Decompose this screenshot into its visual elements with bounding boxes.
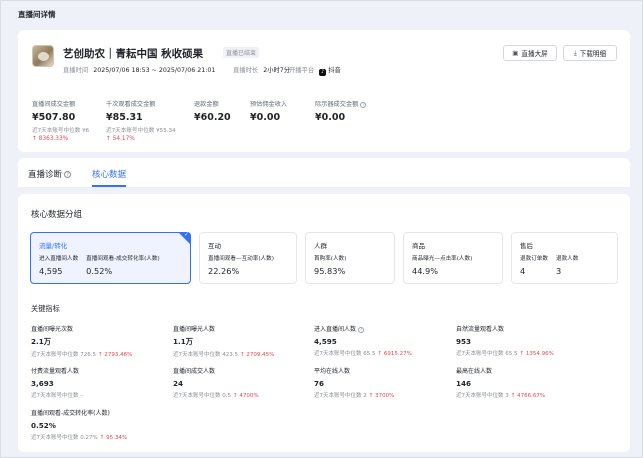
kpi-paid-viewers: 付费流量观看人数 3,693 近7天本账号中位数 –: [31, 368, 83, 399]
kpi-peak-online: 最高在线人数 146 近7天本账号中位数 3 ↑ 4766.67%: [456, 368, 546, 399]
live-summary-card: 艺创助农｜青耘中国 秋收硕果 直播已结束 直播时间 2025/07/06 18:5…: [18, 30, 630, 152]
live-title: 艺创助农｜青耘中国 秋收硕果: [63, 48, 204, 60]
douyin-icon: ♪: [319, 69, 327, 76]
info-icon: ?: [64, 171, 72, 178]
metric-display-gmv: 际示器成交金额? ¥0.00: [315, 101, 367, 123]
info-icon[interactable]: ?: [360, 102, 367, 108]
kpi-organic-viewers: 自然流量观看人数 953 近7天本账号中位数 65.5 ↑ 1354.96%: [456, 326, 554, 357]
metric-gmv: 直播间成交金额 ¥507.80 近7天本账号中位数 ¥6 ↑ 8363.33%: [32, 101, 90, 142]
tab-diagnosis[interactable]: 直播诊断?: [28, 168, 72, 180]
metric-commission: 预估佣金收入 ¥0.00: [250, 101, 288, 123]
kpi-exposure-users: 直播间曝光人数 1.1万 近7天本账号中位数 423.5 ↑ 2709.45%: [173, 326, 275, 358]
group-after-sales[interactable]: 售后 退款订单数 4 退款人数 3: [511, 232, 618, 284]
live-time: 直播时间 2025/07/06 18:53 ~ 2025/07/06 21:01: [63, 67, 216, 74]
metric-refund: 退款金额 ¥60.20: [194, 101, 231, 123]
download-detail-button[interactable]: ⤓ 下载明细: [563, 45, 617, 61]
group-traffic-conversion[interactable]: ✓ 流量/转化 进入直播间人数 4,595 直播间观看-成交转化率(人数) 0.52…: [30, 231, 191, 284]
status-badge: 直播已结束: [223, 47, 260, 58]
kpi-section-title: 关键指标: [31, 304, 60, 313]
metric-gpm: 千次观看成交金额 ¥85.31 近7天本账号中位数 ¥55.34 ↑ 54.17…: [106, 101, 176, 142]
group-audience[interactable]: 人群 首购率(人数) 95.83%: [305, 232, 395, 284]
tab-bar: 直播诊断? 核心数据: [18, 158, 630, 188]
kpi-view-to-order-rate: 直播间观看-成交转化率(人数) 0.52% 近7天本账号中位数 0.27% ↑ 9…: [31, 410, 128, 441]
active-tab-indicator: [92, 185, 126, 187]
core-data-panel: 核心数据分组 ✓ 流量/转化 进入直播间人数 4,595 直播间观看-成交转化率(…: [18, 194, 630, 452]
kpi-buyers: 直播间成交人数 24 近7天本账号中位数 0.5 ↑ 4700%: [173, 368, 259, 399]
live-duration: 直播时长 2小时7分: [233, 67, 291, 74]
kpi-avg-online: 平均在线人数 76 近7天本账号中位数 2 ↑ 3700%: [314, 368, 395, 399]
group-product[interactable]: 商品 商品曝光—点击率(人数) 44.9%: [403, 232, 503, 284]
core-section-title: 核心数据分组: [31, 210, 83, 220]
kpi-entered-users: 进入直播间人数? 4,595 近7天本账号中位数 65.5 ↑ 6915.27%: [314, 326, 412, 357]
kpi-exposure-count: 直播间曝光次数 2.1万 近7天本账号中位数 726.5 ↑ 2793.46%: [31, 326, 133, 358]
live-platform: 开播平台 ♪ 抖音: [289, 67, 341, 76]
info-icon[interactable]: ?: [358, 327, 365, 333]
live-screen-button[interactable]: ▣ 直播大屏: [503, 45, 557, 61]
live-cover-image: [32, 45, 54, 67]
group-interaction[interactable]: 互动 直播间观看—互动率(人数) 22.26%: [199, 232, 297, 284]
check-icon: ✓: [183, 231, 189, 238]
tab-core-data[interactable]: 核心数据: [92, 168, 126, 180]
page-title: 直播间详情: [18, 10, 56, 19]
download-icon: ⤓: [573, 48, 577, 57]
screen-icon: ▣: [512, 49, 519, 57]
